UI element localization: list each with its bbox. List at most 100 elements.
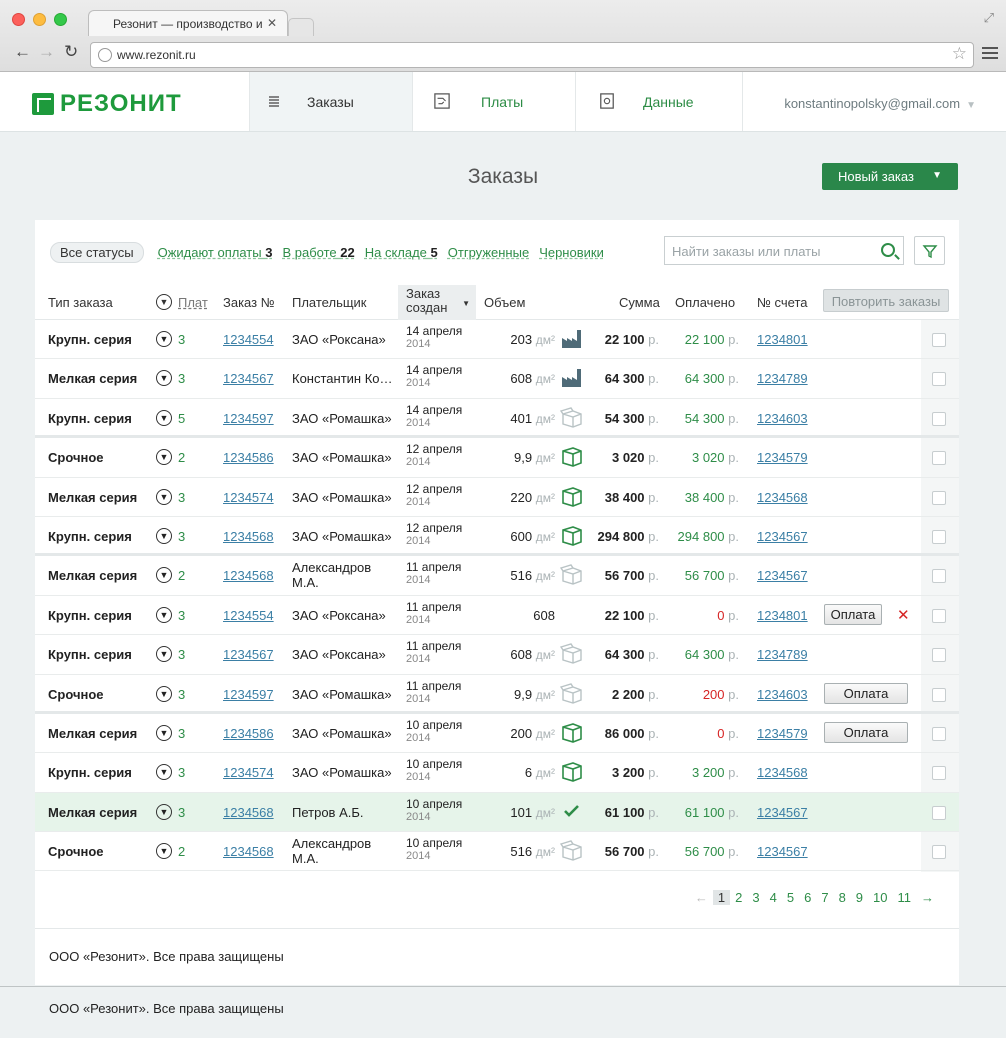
filter-drafts[interactable]: Черновики bbox=[539, 245, 604, 260]
table-row[interactable]: Срочное ▼ 3 1234597 ЗАО «Ромашка» 11 апреля 20… bbox=[35, 675, 959, 714]
expand-all-icon[interactable]: ▼ bbox=[156, 294, 172, 310]
pay-button[interactable]: Оплата bbox=[824, 682, 908, 704]
expand-row-icon[interactable]: ▼ bbox=[156, 488, 172, 505]
page-link[interactable]: 4 bbox=[765, 890, 782, 905]
row-checkbox[interactable] bbox=[932, 569, 946, 584]
filter-shipped[interactable]: Отгруженные bbox=[448, 245, 529, 260]
filter-funnel-button[interactable] bbox=[914, 236, 945, 265]
row-checkbox[interactable] bbox=[932, 411, 946, 426]
table-row[interactable]: Срочное ▼ 2 1234568 Александров М.А. 10 апрел… bbox=[35, 832, 959, 872]
order-number-link[interactable]: 1234597 bbox=[223, 687, 274, 702]
order-number-link[interactable]: 1234586 bbox=[223, 450, 274, 465]
table-row[interactable]: Мелкая серия ▼ 2 1234568 Александров М.А. 11 … bbox=[35, 556, 959, 596]
order-number-link[interactable]: 1234586 bbox=[223, 726, 274, 741]
page-link[interactable]: 1 bbox=[712, 890, 731, 905]
row-checkbox[interactable] bbox=[932, 333, 946, 347]
order-number-link[interactable]: 1234554 bbox=[223, 332, 274, 347]
expand-row-icon[interactable]: ▼ bbox=[156, 370, 172, 387]
page-link[interactable]: 11 bbox=[893, 890, 917, 905]
col-created[interactable]: Заказ создан ▼ bbox=[398, 285, 476, 320]
expand-row-icon[interactable]: ▼ bbox=[156, 646, 172, 663]
pay-button[interactable]: Оплата bbox=[824, 721, 908, 743]
col-paid[interactable]: Оплачено bbox=[675, 295, 735, 310]
page-link[interactable]: 5 bbox=[782, 890, 799, 905]
expand-row-icon[interactable]: ▼ bbox=[156, 764, 172, 781]
filter-in-work[interactable]: В работе 22 bbox=[282, 245, 354, 260]
row-checkbox[interactable] bbox=[932, 845, 946, 860]
fullscreen-icon[interactable]: ⤢ bbox=[984, 10, 994, 26]
browser-tab[interactable]: Резонит — производство и ✕ bbox=[88, 10, 288, 36]
reload-icon[interactable]: ↻ bbox=[64, 42, 78, 62]
boards-count[interactable]: 3 bbox=[178, 805, 185, 820]
invoice-link[interactable]: 1234789 bbox=[757, 647, 808, 662]
invoice-link[interactable]: 1234567 bbox=[757, 568, 808, 583]
invoice-link[interactable]: 1234579 bbox=[757, 450, 808, 465]
order-number-link[interactable]: 1234568 bbox=[223, 529, 274, 544]
col-number[interactable]: Заказ № bbox=[223, 295, 275, 310]
page-link[interactable]: 2 bbox=[730, 890, 747, 905]
order-number-link[interactable]: 1234568 bbox=[223, 844, 274, 859]
minimize-window-button[interactable] bbox=[33, 13, 46, 26]
invoice-link[interactable]: 1234789 bbox=[757, 371, 808, 386]
tab-orders[interactable]: Заказы bbox=[249, 72, 412, 131]
row-checkbox[interactable] bbox=[932, 529, 946, 544]
back-icon[interactable]: ← bbox=[14, 42, 31, 62]
row-checkbox[interactable] bbox=[932, 805, 946, 820]
boards-count[interactable]: 3 bbox=[178, 608, 185, 623]
boards-count[interactable]: 3 bbox=[178, 371, 185, 386]
expand-row-icon[interactable]: ▼ bbox=[156, 685, 172, 702]
invoice-link[interactable]: 1234603 bbox=[757, 687, 808, 702]
order-number-link[interactable]: 1234568 bbox=[223, 568, 274, 583]
page-link[interactable]: 10 bbox=[868, 890, 892, 905]
order-number-link[interactable]: 1234574 bbox=[223, 765, 274, 780]
new-tab-button[interactable] bbox=[288, 18, 314, 36]
filter-awaiting[interactable]: Ожидают оплаты 3 bbox=[158, 245, 273, 260]
row-checkbox[interactable] bbox=[932, 648, 946, 663]
boards-count[interactable]: 5 bbox=[178, 411, 185, 426]
boards-count[interactable]: 2 bbox=[178, 844, 185, 859]
boards-count[interactable]: 3 bbox=[178, 765, 185, 780]
boards-count[interactable]: 3 bbox=[178, 726, 185, 741]
col-payer[interactable]: Плательщик bbox=[292, 295, 366, 310]
order-number-link[interactable]: 1234568 bbox=[223, 805, 274, 820]
order-number-link[interactable]: 1234597 bbox=[223, 411, 274, 426]
col-invoice[interactable]: № счета bbox=[757, 295, 808, 310]
order-number-link[interactable]: 1234554 bbox=[223, 608, 274, 623]
invoice-link[interactable]: 1234567 bbox=[757, 529, 808, 544]
expand-row-icon[interactable]: ▼ bbox=[156, 724, 172, 741]
table-row[interactable]: Мелкая серия ▼ 3 1234567 Константин Ко… 14 ап… bbox=[35, 359, 959, 399]
table-row[interactable]: Крупн. серия ▼ 3 1234574 ЗАО «Ромашка» 10 апр… bbox=[35, 753, 959, 793]
boards-count[interactable]: 3 bbox=[178, 332, 185, 347]
row-checkbox[interactable] bbox=[932, 726, 946, 741]
col-volume[interactable]: Объем bbox=[484, 295, 525, 310]
invoice-link[interactable]: 1234568 bbox=[757, 765, 808, 780]
user-menu[interactable]: konstantinopolsky@gmail.com ▼ bbox=[784, 96, 976, 111]
boards-count[interactable]: 3 bbox=[178, 687, 185, 702]
order-number-link[interactable]: 1234567 bbox=[223, 647, 274, 662]
page-link[interactable]: 3 bbox=[747, 890, 764, 905]
order-number-link[interactable]: 1234567 bbox=[223, 371, 274, 386]
tab-boards[interactable]: Платы bbox=[412, 72, 575, 131]
table-row[interactable]: Крупн. серия ▼ 5 1234597 ЗАО «Ромашка» 14 апр… bbox=[35, 399, 959, 439]
table-row[interactable]: Мелкая серия ▼ 3 1234574 ЗАО «Ромашка» 12 апр… bbox=[35, 478, 959, 517]
invoice-link[interactable]: 1234801 bbox=[757, 608, 808, 623]
forward-icon[interactable]: → bbox=[38, 42, 55, 62]
address-bar[interactable]: www.rezonit.ru ☆ bbox=[90, 42, 974, 68]
invoice-link[interactable]: 1234579 bbox=[757, 726, 808, 741]
expand-row-icon[interactable]: ▼ bbox=[156, 606, 172, 623]
tab-data[interactable]: Данные bbox=[575, 72, 742, 131]
table-row[interactable]: Крупн. серия ▼ 3 1234554 ЗАО «Роксана» 11 апр… bbox=[35, 596, 959, 636]
row-checkbox[interactable] bbox=[932, 372, 946, 387]
search-icon[interactable] bbox=[881, 243, 895, 257]
close-window-button[interactable] bbox=[12, 13, 25, 26]
filter-in-stock[interactable]: На складе 5 bbox=[365, 245, 438, 260]
invoice-link[interactable]: 1234801 bbox=[757, 332, 808, 347]
order-number-link[interactable]: 1234574 bbox=[223, 490, 274, 505]
search-input[interactable]: Найти заказы или платы bbox=[664, 236, 904, 265]
col-sum[interactable]: Сумма bbox=[619, 295, 660, 310]
boards-count[interactable]: 2 bbox=[178, 568, 185, 583]
next-page-arrow[interactable]: → bbox=[916, 890, 939, 905]
page-link[interactable]: 6 bbox=[799, 890, 816, 905]
row-checkbox[interactable] bbox=[932, 490, 946, 505]
invoice-link[interactable]: 1234603 bbox=[757, 411, 808, 426]
